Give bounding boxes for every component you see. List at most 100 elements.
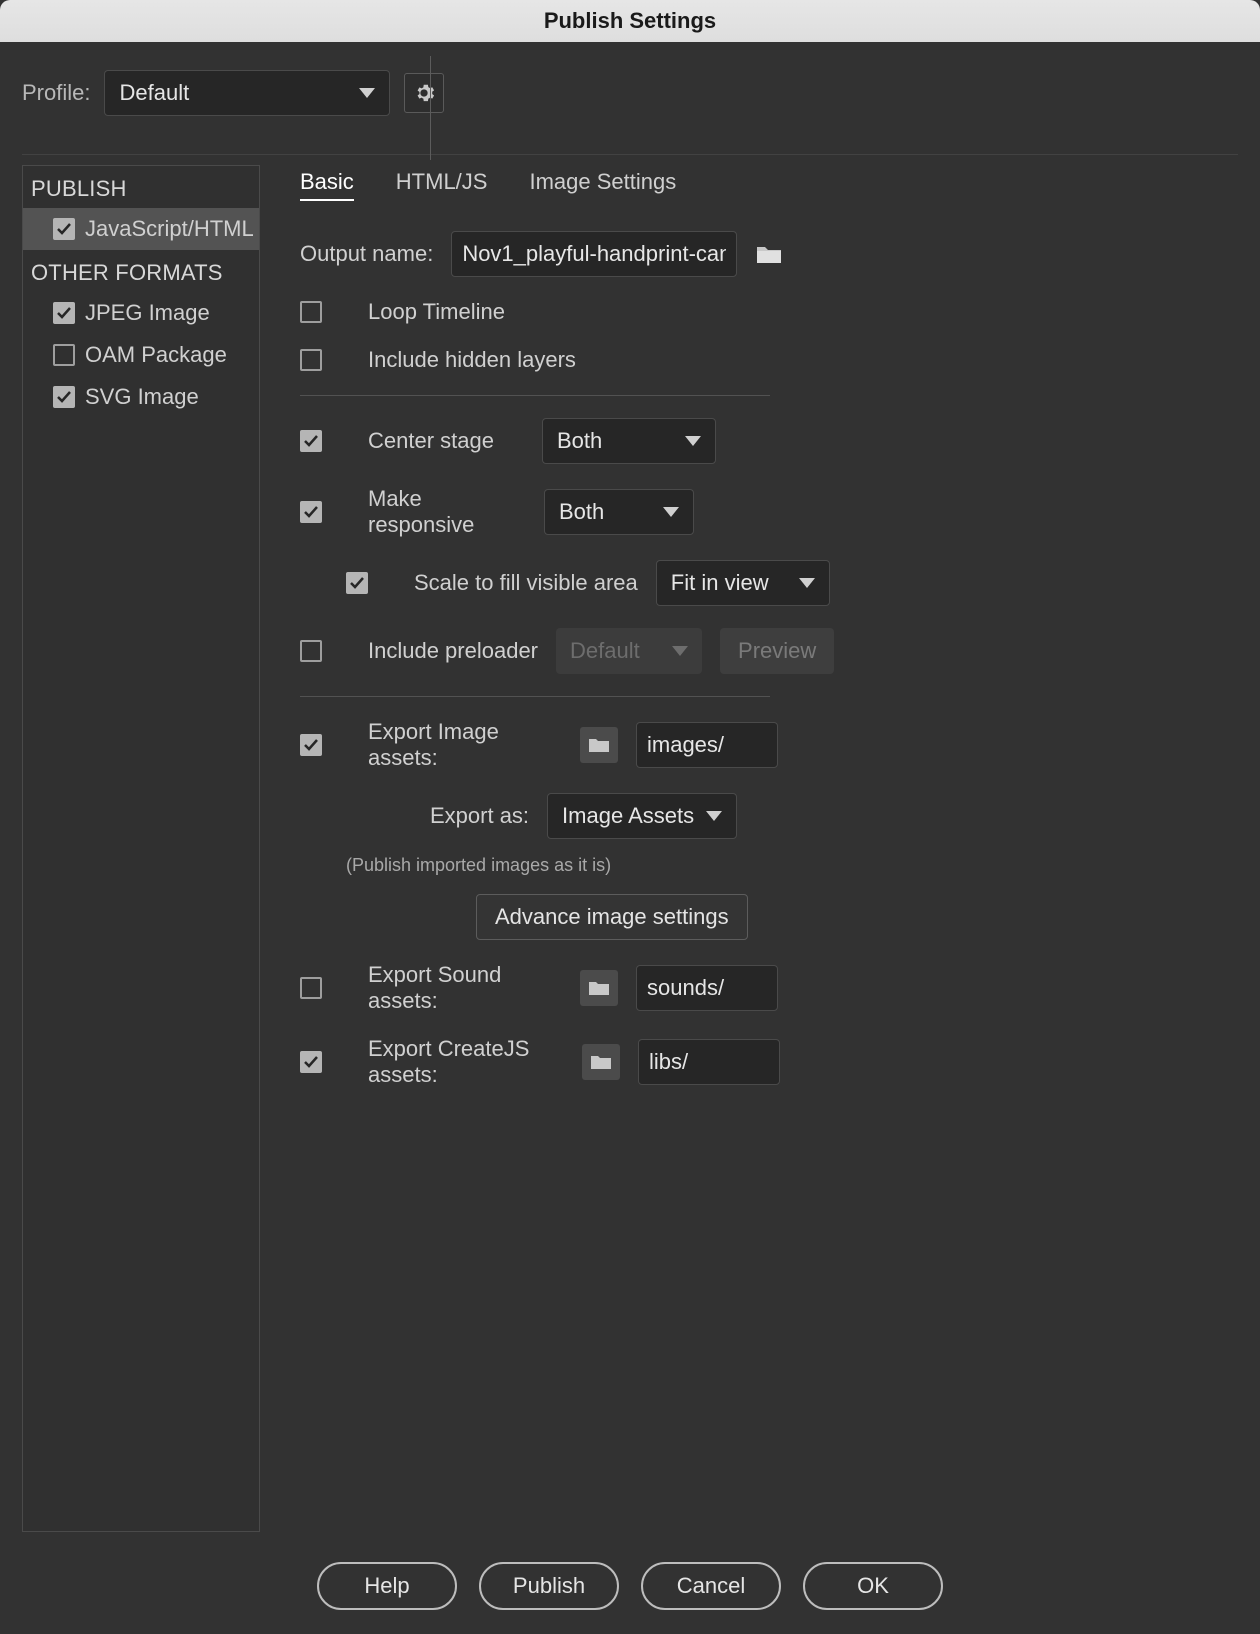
export-as-label: Export as: (430, 803, 529, 829)
profile-settings-button[interactable] (404, 73, 444, 113)
preloader-row: Include preloader Default Preview (300, 628, 1238, 674)
scale-select[interactable]: Fit in view (656, 560, 830, 606)
responsive-label: Make responsive (368, 486, 526, 538)
hidden-row: Include hidden layers (300, 347, 1238, 373)
tab-htmljs[interactable]: HTML/JS (396, 169, 488, 201)
sidebar-item-oam[interactable]: OAM Package (23, 334, 259, 376)
preloader-select: Default (556, 628, 702, 674)
preview-button: Preview (720, 628, 834, 674)
export-as-row: Export as: Image Assets (430, 793, 1238, 839)
footer: Help Publish Cancel OK (0, 1542, 1260, 1634)
export-sound-label: Export Sound assets: (368, 962, 562, 1014)
folder-icon (588, 736, 610, 754)
export-image-checkbox[interactable] (300, 734, 322, 756)
ok-label: OK (857, 1573, 889, 1599)
profile-select[interactable]: Default (104, 70, 390, 116)
export-cjs-label: Export CreateJS assets: (368, 1036, 564, 1088)
settings-panel: Basic HTML/JS Image Settings Output name… (300, 165, 1238, 1532)
export-image-label: Export Image assets: (368, 719, 562, 771)
sidebar: PUBLISH JavaScript/HTML OTHER FORMATS JP… (22, 165, 260, 1532)
center-checkbox[interactable] (300, 430, 322, 452)
chevron-down-icon (663, 507, 679, 517)
divider (300, 395, 770, 396)
cancel-button[interactable]: Cancel (641, 1562, 781, 1610)
gear-icon (413, 82, 435, 104)
preloader-select-value: Default (570, 638, 640, 664)
sidebar-item-javascript-html[interactable]: JavaScript/HTML (23, 208, 259, 250)
image-path-input[interactable] (636, 722, 778, 768)
help-label: Help (364, 1573, 409, 1599)
center-label: Center stage (368, 428, 524, 454)
vertical-separator (430, 56, 431, 160)
checkbox-icon[interactable] (53, 302, 75, 324)
loop-row: Loop Timeline (300, 299, 1238, 325)
body-area: PUBLISH JavaScript/HTML OTHER FORMATS JP… (0, 155, 1260, 1542)
output-label: Output name: (300, 241, 433, 267)
cjs-folder-button[interactable] (582, 1044, 620, 1080)
export-as-select[interactable]: Image Assets (547, 793, 737, 839)
chevron-down-icon (359, 88, 375, 98)
responsive-select[interactable]: Both (544, 489, 694, 535)
sidebar-item-svg[interactable]: SVG Image (23, 376, 259, 418)
export-as-value: Image Assets (562, 803, 694, 829)
scale-row: Scale to fill visible area Fit in view (346, 560, 1238, 606)
export-cjs-row: Export CreateJS assets: (300, 1036, 1238, 1088)
adv-label: Advance image settings (495, 904, 729, 930)
preloader-checkbox[interactable] (300, 640, 322, 662)
profile-row: Profile: Default (0, 42, 1260, 126)
output-row: Output name: (300, 231, 1238, 277)
loop-checkbox[interactable] (300, 301, 322, 323)
hidden-layers-checkbox[interactable] (300, 349, 322, 371)
tabs: Basic HTML/JS Image Settings (300, 169, 1238, 201)
checkbox-icon[interactable] (53, 218, 75, 240)
cjs-path-input[interactable] (638, 1039, 780, 1085)
responsive-checkbox[interactable] (300, 501, 322, 523)
divider (300, 696, 770, 697)
export-hint: (Publish imported images as it is) (346, 855, 1238, 876)
checkbox-icon[interactable] (53, 344, 75, 366)
center-row: Center stage Both (300, 418, 1238, 464)
sidebar-item-label: JavaScript/HTML (85, 216, 254, 242)
folder-icon (590, 1053, 612, 1071)
profile-value: Default (119, 80, 189, 106)
scale-checkbox[interactable] (346, 572, 368, 594)
help-button[interactable]: Help (317, 1562, 457, 1610)
publish-button[interactable]: Publish (479, 1562, 619, 1610)
sound-path-input[interactable] (636, 965, 778, 1011)
sidebar-item-label: OAM Package (85, 342, 227, 368)
export-cjs-checkbox[interactable] (300, 1051, 322, 1073)
sidebar-item-label: SVG Image (85, 384, 199, 410)
sidebar-item-label: JPEG Image (85, 300, 210, 326)
checkbox-icon[interactable] (53, 386, 75, 408)
chevron-down-icon (672, 646, 688, 656)
sidebar-item-jpeg[interactable]: JPEG Image (23, 292, 259, 334)
image-folder-button[interactable] (580, 727, 618, 763)
chevron-down-icon (799, 578, 815, 588)
preview-label: Preview (738, 638, 816, 664)
export-sound-checkbox[interactable] (300, 977, 322, 999)
advance-image-settings-button[interactable]: Advance image settings (476, 894, 748, 940)
cancel-label: Cancel (677, 1573, 745, 1599)
responsive-select-value: Both (559, 499, 604, 525)
ok-button[interactable]: OK (803, 1562, 943, 1610)
chevron-down-icon (706, 811, 722, 821)
tab-basic[interactable]: Basic (300, 169, 354, 201)
hidden-label: Include hidden layers (368, 347, 576, 373)
profile-label: Profile: (22, 80, 90, 106)
sidebar-heading-other: OTHER FORMATS (23, 250, 259, 292)
output-name-input[interactable] (451, 231, 737, 277)
folder-icon[interactable] (755, 243, 783, 265)
publish-label: Publish (513, 1573, 585, 1599)
loop-label: Loop Timeline (368, 299, 505, 325)
scale-label: Scale to fill visible area (414, 570, 638, 596)
sidebar-heading-publish: PUBLISH (23, 166, 259, 208)
publish-settings-window: Publish Settings Profile: Default PUBLIS… (0, 0, 1260, 1634)
window-title: Publish Settings (544, 8, 716, 34)
tab-image-settings[interactable]: Image Settings (529, 169, 676, 201)
preloader-label: Include preloader (368, 638, 538, 664)
export-sound-row: Export Sound assets: (300, 962, 1238, 1014)
center-select-value: Both (557, 428, 602, 454)
center-select[interactable]: Both (542, 418, 716, 464)
sound-folder-button[interactable] (580, 970, 618, 1006)
adv-row: Advance image settings (476, 894, 1238, 940)
